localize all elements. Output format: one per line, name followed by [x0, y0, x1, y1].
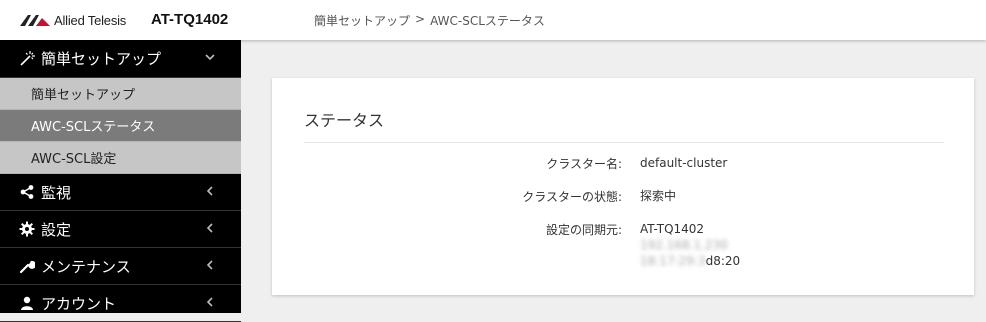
cluster-state-value: 探索中 [640, 189, 677, 203]
sidebar-item-label: 設定 [41, 220, 72, 239]
status-card: ステータス クラスター名: default-cluster クラスターの状態: … [272, 78, 974, 295]
breadcrumb-item-setup[interactable]: 簡単セットアップ [314, 12, 410, 29]
sidebar-item-maintenance[interactable]: メンテナンス [0, 248, 241, 285]
field-label: クラスター名: [546, 157, 622, 171]
field-label: クラスターの状態: [522, 190, 622, 204]
chevron-left-icon [206, 186, 213, 196]
wand-icon [17, 49, 37, 69]
sync-source-ip-redacted: 192.168.1.230 [640, 238, 728, 252]
wrench-icon [17, 256, 37, 276]
sidebar-item-account[interactable]: アカウント [0, 285, 241, 322]
breadcrumb: 簡単セットアップ > AWC-SCLステータス [314, 12, 545, 29]
sidebar-item-label: 簡単セットアップ [41, 50, 162, 68]
top-header: Allied Telesis AT-TQ1402 簡単セットアップ > AWC-… [0, 0, 986, 40]
breadcrumb-separator: > [415, 12, 426, 26]
sync-source-mac-redacted: 18:17:29:3 [640, 254, 706, 268]
sync-source-value: AT-TQ1402 192.168.1.230 18:17:29:3d8:20 [640, 221, 740, 269]
brand-name: Allied Telesis [54, 12, 127, 28]
gear-icon [17, 219, 37, 239]
device-model: AT-TQ1402 [151, 11, 229, 28]
card-title: ステータス [304, 111, 385, 130]
cluster-name-value: default-cluster [640, 156, 728, 170]
chevron-left-icon [206, 223, 213, 233]
chevron-down-icon [205, 54, 215, 61]
brand-logo[interactable]: Allied Telesis [20, 9, 126, 31]
sidebar-item-label: メンテナンス [41, 257, 131, 276]
field-label: 設定の同期元: [545, 223, 622, 237]
submenu-item-awc-scl-status[interactable]: AWC-SCLステータス [0, 110, 241, 142]
user-icon [17, 293, 37, 313]
allied-telesis-logo-icon [20, 15, 50, 26]
sync-source-mac-tail: d8:20 [705, 254, 741, 268]
sync-source-hostname: AT-TQ1402 [640, 222, 705, 236]
submenu-item-easy-setup[interactable]: 簡単セットアップ [0, 78, 241, 110]
breadcrumb-item-current: AWC-SCLステータス [430, 14, 545, 28]
sidebar-item-settings[interactable]: 設定 [0, 211, 241, 248]
sidebar-item-label: 監視 [41, 183, 72, 202]
sidebar: 簡単セットアップ 簡単セットアップ AWC-SCLステータス AWC-SCL設定… [0, 40, 241, 322]
share-icon [17, 182, 37, 202]
sidebar-item-monitor[interactable]: 監視 [0, 174, 241, 211]
sidebar-item-easy-setup[interactable]: 簡単セットアップ [0, 40, 241, 78]
card-divider [304, 142, 944, 143]
chevron-left-icon [206, 260, 213, 270]
sidebar-item-label: アカウント [41, 294, 117, 313]
chevron-left-icon [206, 297, 213, 307]
submenu-item-awc-scl-settings[interactable]: AWC-SCL設定 [0, 142, 241, 174]
